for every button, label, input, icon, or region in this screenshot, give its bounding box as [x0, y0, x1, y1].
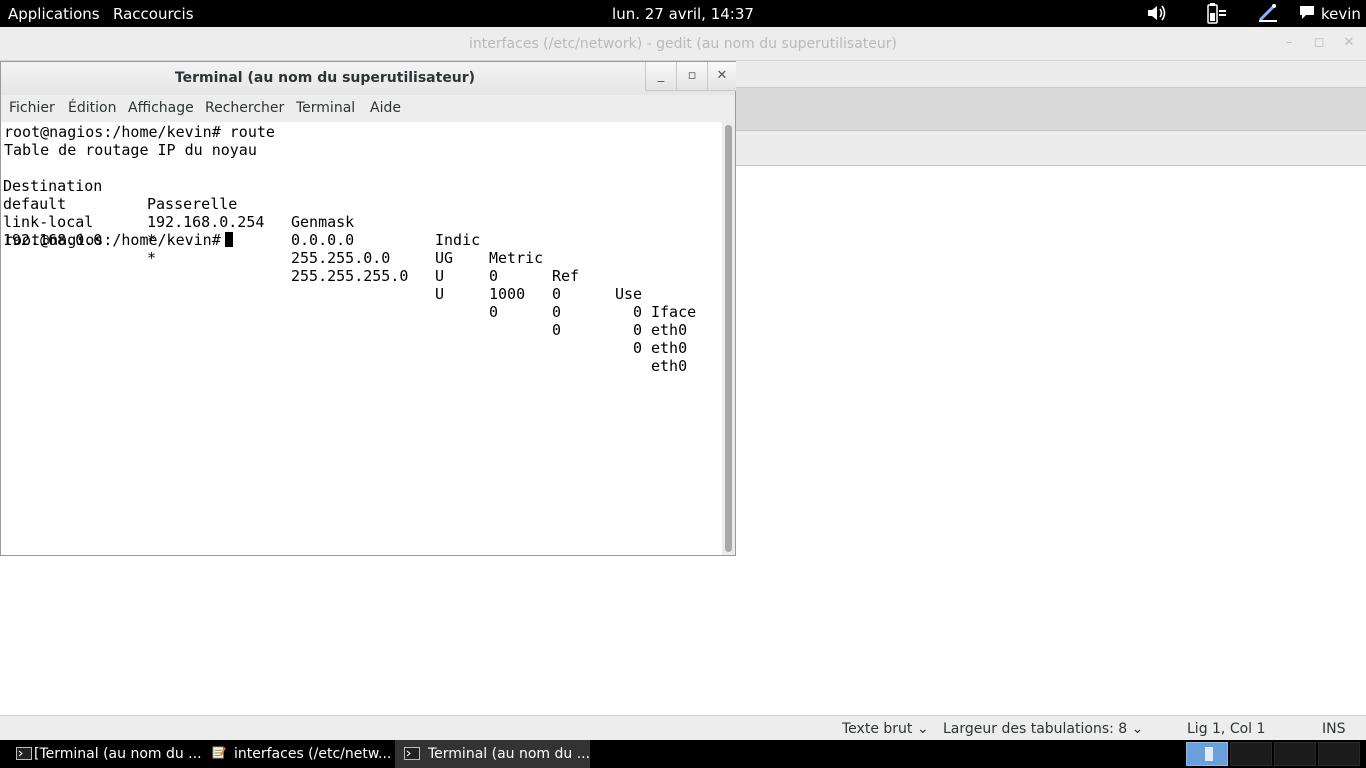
table-cell: 0: [552, 303, 562, 321]
gedit-titlebar[interactable]: interfaces (/etc/network) - gedit (au no…: [0, 27, 1366, 61]
table-header-cell: Iface: [651, 303, 697, 321]
cursor-position: Lig 1, Col 1: [1187, 721, 1266, 737]
table-cell: 255.255.0.0: [291, 249, 391, 267]
language-selector[interactable]: Texte brut ⌄: [842, 721, 929, 737]
tab-width-selector[interactable]: Largeur des tabulations: 8 ⌄: [943, 721, 1143, 737]
table-cell: UG: [435, 249, 454, 267]
table-cell: 0: [633, 303, 643, 321]
table-cell: *: [147, 249, 157, 267]
scrollbar-thumb[interactable]: [725, 125, 732, 552]
gedit-maximize-button[interactable]: ◻: [1309, 33, 1329, 53]
table-row: default 192.168.0.254 0.0.0.0 UG 0 0 0 e…: [1, 177, 721, 339]
taskbar-item-terminal-2[interactable]: Terminal (au nom du ...: [395, 740, 590, 768]
table-cell: 0: [633, 321, 643, 339]
table-header-cell: Ref: [552, 267, 580, 285]
applications-menu[interactable]: Applications: [8, 5, 100, 23]
menu-rechercher[interactable]: Rechercher: [205, 100, 284, 116]
menu-terminal[interactable]: Terminal: [296, 100, 355, 116]
terminal-window: Terminal (au nom du superutilisateur) _ …: [0, 61, 736, 556]
terminal-icon: [404, 747, 420, 760]
chevron-down-icon: ⌄: [916, 721, 929, 737]
text-cursor: [224, 232, 233, 247]
gedit-close-button[interactable]: ✕: [1339, 33, 1359, 53]
terminal-screen[interactable]: root@nagios:/home/kevin# route Table de …: [1, 122, 722, 555]
top-panel: Applications Raccourcis lun. 27 avril, 1…: [0, 0, 1366, 27]
chat-icon[interactable]: [1299, 4, 1315, 26]
menu-fichier[interactable]: Fichier: [9, 100, 55, 116]
user-menu[interactable]: kevin: [1321, 5, 1361, 23]
table-cell: 0: [552, 285, 562, 303]
shortcuts-menu[interactable]: Raccourcis: [113, 5, 194, 23]
taskbar-item-terminal-1[interactable]: [Terminal (au nom du ...: [0, 740, 202, 768]
prompt: root@nagios:/home/kevin#: [4, 123, 221, 141]
close-button[interactable]: ✕: [707, 62, 736, 91]
table-header-cell: Metric: [489, 249, 544, 267]
network-icon[interactable]: [1256, 2, 1280, 24]
battery-icon[interactable]: [1204, 2, 1228, 24]
taskbar-item-label: Terminal (au nom du ...: [428, 746, 591, 762]
command: route: [229, 123, 275, 141]
prompt: root@nagios:/home/kevin#: [4, 231, 221, 249]
volume-icon[interactable]: [1145, 2, 1169, 24]
table-row: link-local * 255.255.0.0 U 1000 0 0 eth0: [1, 195, 721, 357]
taskbar-item-label: [Terminal (au nom du ...: [34, 746, 202, 762]
taskbar: [Terminal (au nom du ... interfaces (/et…: [0, 740, 1366, 768]
text-editor-icon: [212, 746, 226, 759]
menu-aide[interactable]: Aide: [370, 100, 401, 116]
workspace-2[interactable]: [1230, 742, 1272, 766]
table-cell: eth0: [651, 339, 688, 357]
workspace-3[interactable]: [1274, 742, 1316, 766]
table-cell: 255.255.255.0: [291, 267, 409, 285]
table-cell: 0: [552, 321, 562, 339]
gedit-window-title: interfaces (/etc/network) - gedit (au no…: [469, 36, 897, 52]
table-cell: 0: [633, 339, 643, 357]
maximize-button[interactable]: ▫: [676, 62, 707, 91]
terminal-scrollbar[interactable]: [722, 122, 735, 555]
taskbar-item-gedit[interactable]: interfaces (/etc/netw...: [200, 740, 395, 768]
table-cell: U: [435, 267, 445, 285]
table-cell: eth0: [651, 357, 688, 375]
table-row: 192.168.0.0 * 255.255.255.0 U 0 0 0 eth0: [1, 213, 721, 375]
gedit-toolbar: [736, 88, 1366, 131]
workspace-window-thumb: [1205, 747, 1213, 761]
gedit-minimize-button[interactable]: –: [1279, 33, 1299, 53]
gedit-menubar: [736, 61, 1366, 88]
table-cell: 0.0.0.0: [291, 231, 355, 249]
gedit-statusbar: Texte brut ⌄ Largeur des tabulations: 8 …: [0, 715, 1366, 741]
terminal-icon: [16, 747, 32, 760]
output-title: Table de routage IP du noyau: [4, 141, 257, 159]
minimize-button[interactable]: _: [645, 62, 676, 91]
routing-table-header: Destination Passerelle Genmask Indic Met…: [1, 159, 721, 321]
table-cell: 0: [489, 303, 499, 321]
menu-edition[interactable]: Édition: [68, 100, 116, 116]
clock[interactable]: lun. 27 avril, 14:37: [612, 5, 754, 23]
table-header-cell: Use: [615, 285, 643, 303]
table-cell: 0: [489, 267, 499, 285]
workspace-4[interactable]: [1318, 742, 1360, 766]
taskbar-item-label: interfaces (/etc/netw...: [234, 746, 392, 762]
table-cell: 1000: [489, 285, 526, 303]
gedit-editor[interactable]: [736, 166, 1366, 714]
gedit-tabbar: [736, 131, 1366, 166]
terminal-window-title: Terminal (au nom du superutilisateur): [174, 70, 476, 86]
table-cell: U: [435, 285, 445, 303]
prompt-line: root@nagios:/home/kevin#: [4, 231, 233, 249]
menu-affichage[interactable]: Affichage: [128, 100, 194, 116]
command-line: root@nagios:/home/kevin# route: [4, 123, 275, 141]
terminal-titlebar[interactable]: Terminal (au nom du superutilisateur) _ …: [1, 62, 736, 95]
table-header-cell: Indic: [435, 231, 481, 249]
chevron-down-icon: ⌄: [1131, 721, 1144, 737]
terminal-menubar: Fichier Édition Affichage Rechercher Ter…: [1, 95, 735, 122]
table-cell: eth0: [651, 321, 688, 339]
workspace-1[interactable]: [1186, 742, 1228, 766]
insert-mode: INS: [1322, 721, 1346, 737]
